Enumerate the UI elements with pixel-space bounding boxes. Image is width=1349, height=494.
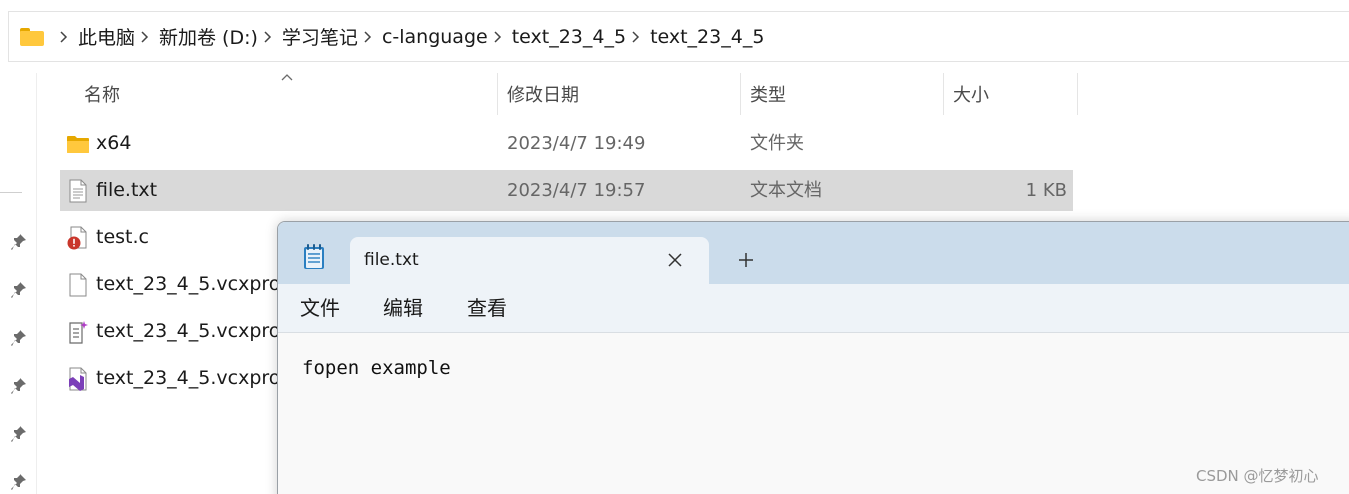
file-modified: 2023/4/7 19:49: [507, 133, 646, 154]
file-name: text_23_4_5.vcxproj.fi: [96, 320, 304, 342]
file-name: file.txt: [96, 179, 158, 201]
folder-icon: [20, 27, 44, 46]
column-divider[interactable]: [1077, 73, 1078, 115]
navigation-pane: [0, 73, 37, 494]
folder-icon: [67, 136, 89, 153]
column-divider[interactable]: [497, 73, 498, 115]
pin-icon[interactable]: [11, 281, 27, 299]
file-row-selected[interactable]: file.txt 2023/4/7 19:57 文本文档 1 KB: [60, 170, 1073, 211]
explorer-address-strip: 此电脑 新加卷 (D:) 学习笔记 c-language text_23_4_5…: [0, 0, 1349, 73]
breadcrumb-study-notes[interactable]: 学习笔记: [282, 23, 358, 50]
file-size: 1 KB: [1025, 180, 1067, 201]
chevron-right-icon[interactable]: [60, 30, 68, 43]
breadcrumb-text-folder[interactable]: text_23_4_5: [512, 26, 626, 48]
chevron-right-icon[interactable]: [632, 30, 640, 43]
watermark: CSDN @忆梦初心: [1196, 467, 1319, 485]
close-icon[interactable]: [666, 251, 684, 269]
notepad-titlebar[interactable]: file.txt: [278, 222, 1349, 284]
breadcrumb-drive-d[interactable]: 新加卷 (D:): [159, 23, 258, 50]
file-row[interactable]: x64 2023/4/7 19:49 文件夹: [60, 123, 1073, 164]
chevron-right-icon[interactable]: [264, 30, 272, 43]
menu-view[interactable]: 查看: [467, 284, 507, 332]
notepad-window[interactable]: file.txt 文件 编辑 查看 fopen example: [277, 221, 1349, 494]
notepad-tab-title: file.txt: [364, 250, 419, 270]
text-file-icon: [69, 179, 87, 203]
column-header-type[interactable]: 类型: [750, 73, 940, 115]
c-source-file-icon: [67, 226, 87, 250]
notepad-menubar: 文件 编辑 查看: [278, 284, 1349, 333]
column-divider[interactable]: [943, 73, 944, 115]
plus-icon[interactable]: [736, 250, 756, 270]
notepad-editor[interactable]: fopen example: [278, 333, 1349, 494]
pin-icon[interactable]: [11, 329, 27, 347]
chevron-right-icon[interactable]: [494, 30, 502, 43]
notepad-app-icon: [304, 244, 324, 269]
breadcrumb-this-pc[interactable]: 此电脑: [78, 23, 135, 50]
pin-icon[interactable]: [11, 377, 27, 395]
file-name: text_23_4_5.vcxproj.u: [96, 367, 304, 389]
notepad-content: fopen example: [302, 357, 451, 379]
pin-icon[interactable]: [11, 473, 27, 491]
breadcrumb-text-subfolder[interactable]: text_23_4_5: [650, 26, 764, 48]
pin-icon[interactable]: [11, 425, 27, 443]
file-type: 文件夹: [750, 133, 804, 154]
column-divider[interactable]: [740, 73, 741, 115]
file-name: test.c: [96, 226, 149, 248]
visual-studio-file-icon: [69, 367, 87, 391]
chevron-right-icon[interactable]: [364, 30, 372, 43]
file-name: text_23_4_5.vcxproj: [96, 273, 286, 295]
desktop: 此电脑 新加卷 (D:) 学习笔记 c-language text_23_4_5…: [0, 0, 1349, 494]
file-modified: 2023/4/7 19:57: [507, 180, 646, 201]
menu-edit[interactable]: 编辑: [383, 284, 423, 332]
file-type: 文本文档: [750, 180, 822, 201]
column-header-name[interactable]: 名称: [84, 73, 494, 115]
nav-divider: [0, 192, 22, 193]
chevron-right-icon[interactable]: [141, 30, 149, 43]
filters-file-icon: [69, 321, 88, 344]
file-name: x64: [96, 132, 132, 154]
column-header-modified[interactable]: 修改日期: [507, 73, 737, 115]
column-header-size[interactable]: 大小: [953, 73, 1073, 115]
notepad-tab[interactable]: file.txt: [350, 237, 709, 284]
nav-border: [36, 73, 37, 494]
address-bar[interactable]: 此电脑 新加卷 (D:) 学习笔记 c-language text_23_4_5…: [8, 11, 1349, 62]
pin-icon[interactable]: [11, 233, 27, 251]
blank-file-icon: [69, 273, 87, 297]
breadcrumb-c-language[interactable]: c-language: [382, 26, 488, 48]
menu-file[interactable]: 文件: [300, 284, 340, 332]
